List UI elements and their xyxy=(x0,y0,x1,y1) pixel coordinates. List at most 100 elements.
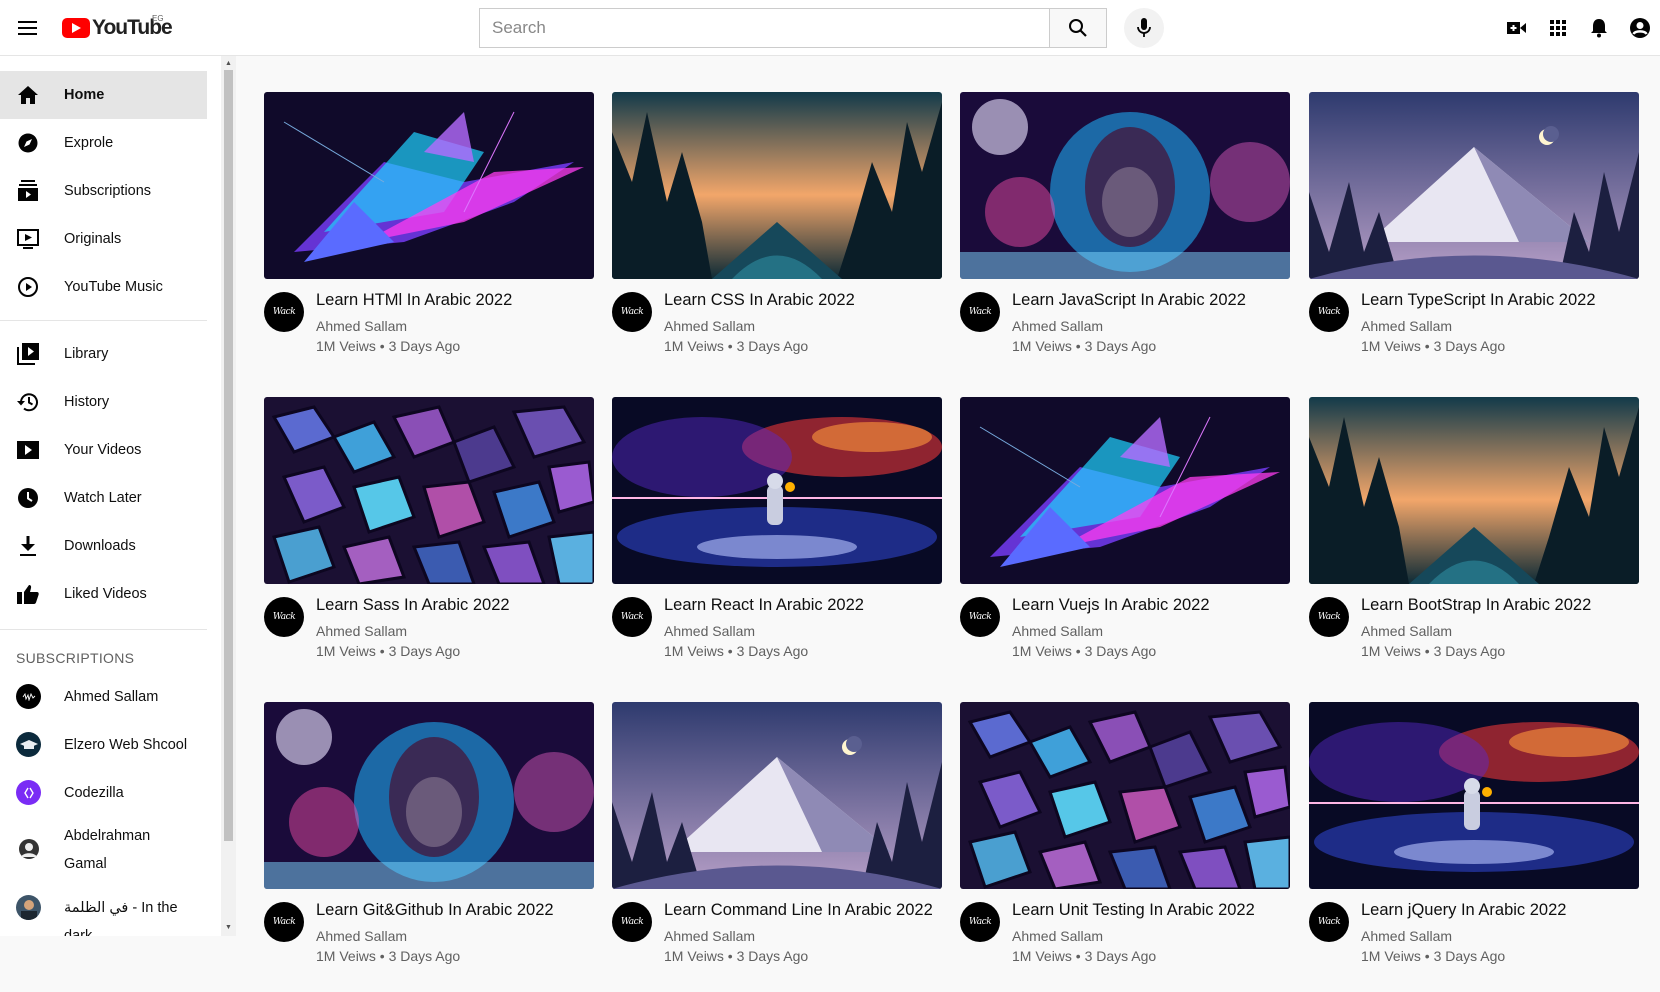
video-title[interactable]: Learn HTMl In Arabic 2022 xyxy=(316,291,512,310)
sidebar-item-subscriptions[interactable]: Subscriptions xyxy=(0,167,207,215)
channel-name[interactable]: Ahmed Sallam xyxy=(664,928,755,944)
channel-name[interactable]: Ahmed Sallam xyxy=(316,623,407,639)
your-videos-icon xyxy=(16,438,40,462)
channel-name[interactable]: Ahmed Sallam xyxy=(1361,928,1452,944)
download-icon xyxy=(16,534,40,558)
video-title[interactable]: Learn CSS In Arabic 2022 xyxy=(664,291,855,310)
video-title[interactable]: Learn BootStrap In Arabic 2022 xyxy=(1361,596,1591,615)
video-thumbnail[interactable] xyxy=(264,92,594,279)
channel-name[interactable]: Ahmed Sallam xyxy=(316,928,407,944)
sidebar-item-history[interactable]: History xyxy=(0,378,207,426)
play-logo-icon xyxy=(62,18,90,38)
video-thumbnail[interactable] xyxy=(1309,92,1639,279)
create-video-icon[interactable] xyxy=(1496,8,1537,48)
channel-avatar[interactable]: Wack xyxy=(264,292,304,332)
account-icon[interactable] xyxy=(1619,8,1660,48)
subscription-item[interactable]: Codezilla xyxy=(0,769,207,817)
sidebar-item-home[interactable]: Home xyxy=(0,71,207,119)
search-input[interactable] xyxy=(479,8,1049,48)
video-thumbnail[interactable] xyxy=(960,92,1290,279)
channel-avatar[interactable]: Wack xyxy=(612,292,652,332)
video-thumbnail[interactable] xyxy=(1309,702,1639,889)
channel-avatar[interactable]: Wack xyxy=(1309,902,1349,942)
channel-name[interactable]: Ahmed Sallam xyxy=(316,318,407,334)
channel-avatar[interactable]: Wack xyxy=(1309,597,1349,637)
subscription-item[interactable]: Abdelrahman Gamal xyxy=(0,817,207,883)
video-thumbnail[interactable] xyxy=(612,397,942,584)
sidebar-item-label: Library xyxy=(64,346,109,362)
video-card[interactable]: Wack Learn Git&Github In Arabic 2022 Ahmed… xyxy=(264,702,594,992)
video-thumbnail[interactable] xyxy=(960,702,1290,889)
sidebar-divider xyxy=(0,320,207,321)
channel-name[interactable]: Ahmed Sallam xyxy=(1361,318,1452,334)
sidebar-item-watch-later[interactable]: Watch Later xyxy=(0,474,207,522)
video-card[interactable]: Wack Learn BootStrap In Arabic 2022 Ahmed … xyxy=(1309,397,1639,687)
video-title[interactable]: Learn Command Line In Arabic 2022 xyxy=(664,901,933,920)
video-thumbnail[interactable] xyxy=(612,702,942,889)
scroll-up-arrow-icon[interactable]: ▲ xyxy=(224,58,233,68)
sidebar-item-label: Liked Videos xyxy=(64,586,147,602)
video-title[interactable]: Learn Unit Testing In Arabic 2022 xyxy=(1012,901,1255,920)
video-card[interactable]: Wack Learn Unit Testing In Arabic 2022 Ahm… xyxy=(960,702,1290,992)
channel-name[interactable]: Ahmed Sallam xyxy=(1012,928,1103,944)
video-card[interactable]: Wack Learn jQuery In Arabic 2022 Ahmed Sal… xyxy=(1309,702,1639,992)
video-thumbnail[interactable] xyxy=(960,397,1290,584)
channel-name[interactable]: Ahmed Sallam xyxy=(1012,623,1103,639)
channel-avatar[interactable]: Wack xyxy=(1309,292,1349,332)
subscription-item[interactable]: Elzero Web Shcool xyxy=(0,721,207,769)
video-card[interactable]: Wack Learn JavaScript In Arabic 2022 Ahmed… xyxy=(960,92,1290,382)
video-meta: 1M Veiws • 3 Days Ago xyxy=(1361,643,1506,659)
menu-icon[interactable] xyxy=(14,14,42,42)
video-card[interactable]: Wack Learn TypeScript In Arabic 2022 Ahmed… xyxy=(1309,92,1639,382)
channel-avatar[interactable]: Wack xyxy=(264,902,304,942)
voice-search-button[interactable] xyxy=(1124,8,1164,48)
search-button[interactable] xyxy=(1049,8,1107,48)
video-thumbnail[interactable] xyxy=(264,702,594,889)
video-card[interactable]: Wack Learn React In Arabic 2022 Ahmed Sall… xyxy=(612,397,942,687)
sidebar-item-your-videos[interactable]: Your Videos xyxy=(0,426,207,474)
video-card[interactable]: Wack Learn HTMl In Arabic 2022 Ahmed Salla… xyxy=(264,92,594,382)
youtube-logo[interactable]: YouTube EG xyxy=(62,14,173,40)
video-title[interactable]: Learn Git&Github In Arabic 2022 xyxy=(316,901,554,920)
video-card[interactable]: Wack Learn CSS In Arabic 2022 Ahmed Sallam… xyxy=(612,92,942,382)
video-title[interactable]: Learn JavaScript In Arabic 2022 xyxy=(1012,291,1246,310)
video-title[interactable]: Learn Vuejs In Arabic 2022 xyxy=(1012,596,1210,615)
channel-avatar[interactable]: Wack xyxy=(960,902,1000,942)
notifications-bell-icon[interactable] xyxy=(1578,8,1619,48)
sidebar-item-liked-videos[interactable]: Liked Videos xyxy=(0,570,207,618)
video-title[interactable]: Learn jQuery In Arabic 2022 xyxy=(1361,901,1566,920)
sidebar-item-downloads[interactable]: Downloads xyxy=(0,522,207,570)
video-title[interactable]: Learn Sass In Arabic 2022 xyxy=(316,596,510,615)
mic-icon xyxy=(1137,18,1151,37)
subscription-item[interactable]: في الظلمة - In the dark xyxy=(0,884,207,936)
sidebar-item-youtube-music[interactable]: YouTube Music xyxy=(0,263,207,311)
sidebar-scrollbar[interactable]: ▲ ▼ xyxy=(221,56,236,936)
video-card[interactable]: Wack Learn Sass In Arabic 2022 Ahmed Salla… xyxy=(264,397,594,687)
channel-avatar[interactable]: Wack xyxy=(960,292,1000,332)
sidebar-item-library[interactable]: Library xyxy=(0,330,207,378)
scroll-thumb[interactable] xyxy=(224,70,233,841)
channel-name[interactable]: Ahmed Sallam xyxy=(664,318,755,334)
video-thumbnail[interactable] xyxy=(264,397,594,584)
video-title[interactable]: Learn React In Arabic 2022 xyxy=(664,596,864,615)
video-thumbnail[interactable] xyxy=(612,92,942,279)
video-thumbnail[interactable] xyxy=(1309,397,1639,584)
channel-name[interactable]: Ahmed Sallam xyxy=(1012,318,1103,334)
channel-name[interactable]: Ahmed Sallam xyxy=(664,623,755,639)
channel-avatar[interactable]: Wack xyxy=(960,597,1000,637)
sidebar-item-originals[interactable]: Originals xyxy=(0,215,207,263)
video-card[interactable]: Wack Learn Vuejs In Arabic 2022 Ahmed Sall… xyxy=(960,397,1290,687)
watch-later-icon xyxy=(16,486,40,510)
subscription-item[interactable]: Ahmed Sallam xyxy=(0,673,207,721)
channel-name[interactable]: Ahmed Sallam xyxy=(1361,623,1452,639)
channel-avatar[interactable]: Wack xyxy=(612,597,652,637)
sidebar-item-explore[interactable]: Exprole xyxy=(0,119,207,167)
video-title[interactable]: Learn TypeScript In Arabic 2022 xyxy=(1361,291,1596,310)
video-card[interactable]: Wack Learn Command Line In Arabic 2022 Ahm… xyxy=(612,702,942,992)
channel-avatar[interactable]: Wack xyxy=(612,902,652,942)
scroll-down-arrow-icon[interactable]: ▼ xyxy=(224,922,233,932)
sidebar-item-label: Exprole xyxy=(64,135,114,151)
apps-grid-icon[interactable] xyxy=(1537,8,1578,48)
channel-avatar[interactable]: Wack xyxy=(264,597,304,637)
video-meta: 1M Veiws • 3 Days Ago xyxy=(1361,338,1506,354)
